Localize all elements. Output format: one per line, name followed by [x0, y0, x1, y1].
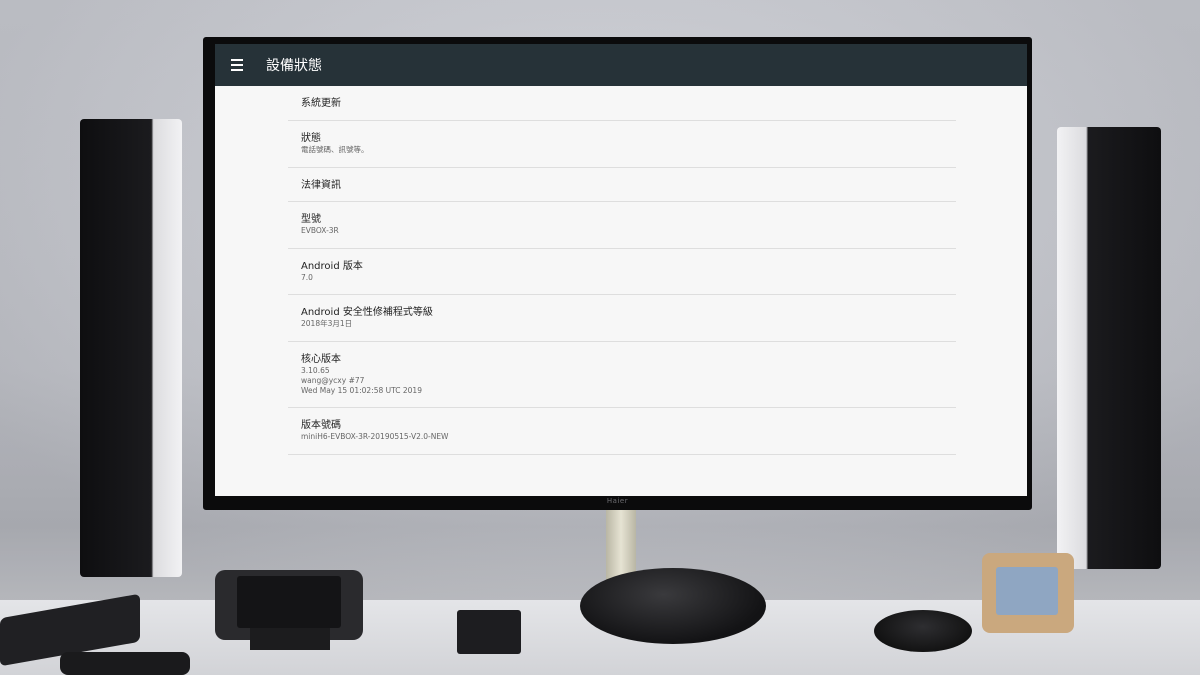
settings-item[interactable]: Android 安全性修補程式等級 2018年3月1日: [288, 295, 956, 342]
round-speaker: [874, 610, 972, 652]
console-screen: [237, 576, 341, 628]
settings-item-title: 法律資訊: [301, 180, 341, 191]
settings-item-title: 核心版本: [301, 354, 341, 365]
settings-item-subtitle: 3.10.65: [301, 366, 330, 375]
settings-item-subtitle: 7.0: [301, 273, 313, 282]
settings-list: 系統更新 狀態 電話號碼、訊號等。 法律資訊 型號 EVBOX-3R Android 版本 7…: [288, 86, 956, 455]
settings-item-title: 版本號碼: [301, 420, 341, 431]
settings-item[interactable]: 狀態 電話號碼、訊號等。: [288, 121, 956, 168]
android-tv-box: [457, 610, 521, 654]
settings-item-title: Android 版本: [301, 261, 363, 272]
photo-frame: [982, 553, 1074, 633]
page-title: 設備狀態: [266, 58, 322, 74]
settings-item-subtitle: EVBOX-3R: [301, 226, 339, 235]
settings-item-subtitle: 2018年3月1日: [301, 319, 353, 328]
framed-photo: [996, 567, 1058, 615]
bluetooth-speaker: [580, 568, 766, 644]
settings-item-subtitle: Wed May 15 01:02:58 UTC 2019: [301, 386, 422, 395]
settings-item[interactable]: Android 版本 7.0: [288, 249, 956, 295]
settings-item[interactable]: 法律資訊: [288, 168, 956, 202]
settings-item[interactable]: 版本號碼 miniH6-EVBOX-3R-20190515-V2.0-NEW: [288, 408, 956, 455]
settings-item-title: 系統更新: [301, 98, 341, 109]
settings-item-subtitle: miniH6-EVBOX-3R-20190515-V2.0-NEW: [301, 432, 449, 441]
settings-item-subtitle: wang@ycxy #77: [301, 376, 365, 385]
settings-item-title: 狀態: [301, 133, 321, 144]
settings-item-subtitle: 電話號碼、訊號等。: [301, 145, 369, 154]
television: Haier 設備狀態 系統更新 狀態 電話號碼、訊號等。 法律資訊 型號 EVBOX-3R…: [203, 37, 1032, 510]
settings-item[interactable]: 型號 EVBOX-3R: [288, 202, 956, 249]
tv-brand-label: Haier: [606, 497, 629, 505]
right-tower-speaker: [1057, 127, 1161, 569]
app-bar: 設備狀態: [215, 44, 1027, 86]
settings-item[interactable]: 系統更新: [288, 86, 956, 121]
settings-item-title: Android 安全性修補程式等級: [301, 307, 433, 318]
console-dock: [250, 628, 330, 650]
settings-item[interactable]: 核心版本 3.10.65 wang@ycxy #77 Wed May 15 01:02…: [288, 342, 956, 408]
mini-keyboard: [60, 652, 190, 675]
tv-screen: 設備狀態 系統更新 狀態 電話號碼、訊號等。 法律資訊 型號 EVBOX-3R Androi…: [215, 44, 1027, 496]
settings-item-title: 型號: [301, 214, 321, 225]
hamburger-menu-icon[interactable]: [231, 59, 243, 71]
left-tower-speaker: [80, 119, 182, 577]
